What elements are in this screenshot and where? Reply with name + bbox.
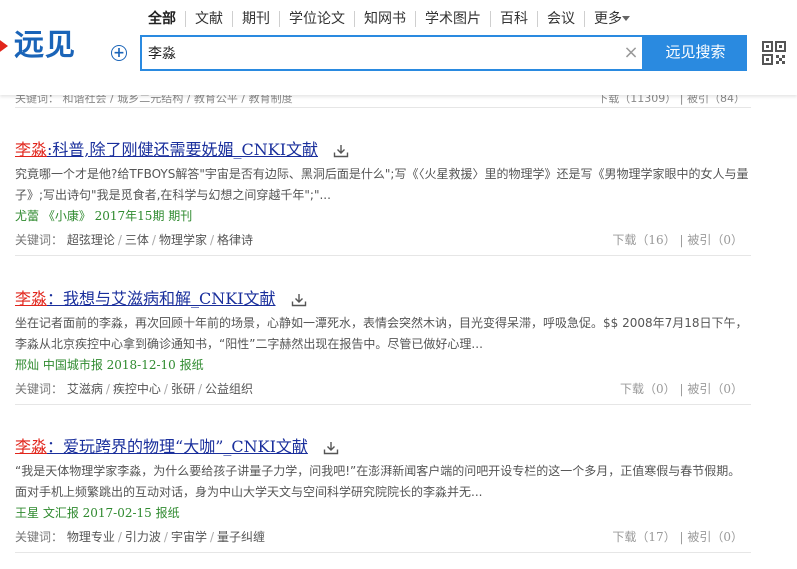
result-title[interactable]: :科普,除了刚健还需要妩媚_CNKI文献: [47, 140, 318, 159]
result-title-line[interactable]: 李淼：爱玩跨界的物理“大咖”_CNKI文献: [15, 433, 339, 456]
result-abstract: “我是天体物理学家李淼，为什么要给孩子讲量子力学，问我吧!”在澎湃新闻客户端的问…: [15, 464, 741, 499]
search-input[interactable]: [142, 37, 618, 69]
result-source[interactable]: 尤蕾 《小康》 2017年15期 期刊: [15, 207, 192, 224]
category-tabs: 全部 文献 期刊 学位论文 知网书 学术图片 百科 会议 更多: [148, 8, 622, 30]
keywords-row: 关键词： 艾滋病 / 疾控中心 / 张研 / 公益组织 下载（0） | 被引（0）: [15, 380, 751, 405]
keyword[interactable]: 宇宙学: [171, 530, 207, 544]
tab-more[interactable]: 更多: [584, 11, 622, 27]
keyword[interactable]: 引力波: [125, 530, 161, 544]
keyword[interactable]: 物理专业: [67, 530, 115, 544]
logo[interactable]: 远见: [0, 26, 90, 66]
keyword[interactable]: 格律诗: [217, 233, 253, 247]
keyword[interactable]: 艾滋病: [67, 382, 103, 396]
result-title[interactable]: ：爱玩跨界的物理“大咖”_CNKI文献: [47, 437, 308, 456]
keyword[interactable]: 三体: [125, 233, 149, 247]
keyword[interactable]: 张研: [171, 382, 195, 396]
tab-theses[interactable]: 学位论文: [279, 11, 354, 27]
search-button[interactable]: 远见搜索: [644, 35, 747, 71]
result-title-line[interactable]: 李淼:科普,除了刚健还需要妩媚_CNKI文献: [15, 136, 349, 159]
result-title-line[interactable]: 李淼：我想与艾滋病和解_CNKI文献: [15, 285, 307, 308]
keyword[interactable]: 物理学家: [159, 233, 207, 247]
tab-literature[interactable]: 文献: [185, 11, 232, 27]
tab-encyclopedia[interactable]: 百科: [490, 11, 537, 27]
qr-code-icon[interactable]: [762, 41, 786, 65]
top-header: 远见 全部 文献 期刊 学位论文 知网书 学术图片 百科 会议 更多 + × 远…: [0, 0, 797, 95]
title-highlight[interactable]: 李淼: [15, 437, 47, 456]
result-stats: 下载（0） | 被引（0）: [620, 382, 743, 396]
tab-cnki-books[interactable]: 知网书: [354, 11, 415, 27]
result-title[interactable]: ：我想与艾滋病和解_CNKI文献: [47, 289, 276, 308]
add-circle-icon[interactable]: +: [111, 45, 127, 61]
result-source[interactable]: 王星 文汇报 2017-02-15 报纸: [15, 504, 180, 521]
keyword[interactable]: 疾控中心: [113, 382, 161, 396]
tab-journals[interactable]: 期刊: [232, 11, 279, 27]
result-stats: 下载（17） | 被引（0）: [612, 530, 743, 544]
download-icon[interactable]: [323, 441, 339, 455]
download-icon[interactable]: [333, 144, 349, 158]
keyword[interactable]: 量子纠缠: [217, 530, 265, 544]
keywords-row: 关键词： 超弦理论 / 三体 / 物理学家 / 格律诗 下载（16） | 被引（0）: [15, 231, 751, 256]
search-box: ×: [140, 35, 644, 71]
caret-down-icon[interactable]: [622, 16, 630, 21]
tab-conferences[interactable]: 会议: [537, 11, 584, 27]
keywords-row: 关键词： 物理专业 / 引力波 / 宇宙学 / 量子纠缠 下载（17） | 被引（0）: [15, 528, 751, 553]
tab-all[interactable]: 全部: [148, 11, 185, 27]
title-highlight[interactable]: 李淼: [15, 140, 47, 159]
result-stats: 下载（16） | 被引（0）: [612, 233, 743, 247]
title-highlight[interactable]: 李淼: [15, 289, 47, 308]
tab-academic-images[interactable]: 学术图片: [415, 11, 490, 27]
close-icon[interactable]: ×: [622, 44, 640, 62]
download-icon[interactable]: [291, 293, 307, 307]
keywords-label: 关键词：: [15, 530, 64, 544]
keyword[interactable]: 超弦理论: [67, 233, 115, 247]
keywords-label: 关键词：: [15, 233, 64, 247]
keywords-label: 关键词：: [15, 382, 64, 396]
logo-text: 远见: [14, 28, 76, 63]
logo-arrow-icon: [0, 38, 8, 54]
result-abstract: 坐在记者面前的李淼，再次回顾十年前的场景，心静如一潭死水，表情会突然木讷，目光变…: [15, 316, 748, 351]
result-source[interactable]: 邢灿 中国城市报 2018-12-10 报纸: [15, 356, 204, 373]
keyword[interactable]: 公益组织: [205, 382, 253, 396]
result-abstract: 究竟哪一个才是他?给TFBOYS解答"宇宙是否有边际、黑洞后面是什么";写《〈火…: [15, 167, 749, 202]
